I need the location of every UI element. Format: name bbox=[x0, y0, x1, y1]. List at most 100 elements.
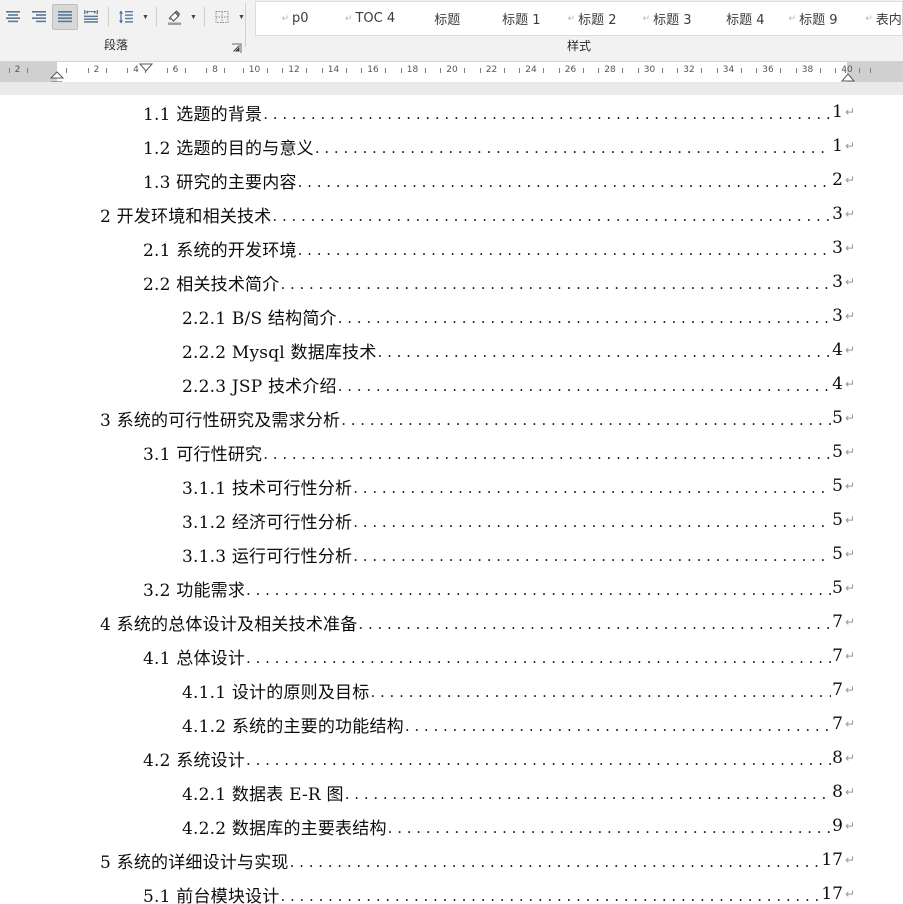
ruler-tick bbox=[716, 68, 718, 73]
shading-icon[interactable] bbox=[161, 4, 187, 30]
ruler-number: 16 bbox=[367, 65, 379, 75]
first-line-indent-marker-icon[interactable] bbox=[138, 60, 154, 78]
toc-leader-dots: . . . . . . . . . . . . . . . . . . . . … bbox=[297, 242, 832, 258]
document-canvas[interactable]: 1.1 选题的背景 . . . . . . . . . . . . . . . .… bbox=[0, 95, 903, 904]
style-label: TOC 4 bbox=[355, 11, 396, 26]
toc-entry[interactable]: 1.2 选题的目的与意义. . . . . . . . . . . . . . … bbox=[0, 129, 903, 163]
align-right-icon[interactable] bbox=[26, 4, 52, 30]
toc-entry-title: 2.2 相关技术简介 bbox=[143, 274, 280, 295]
paragraph-mark-icon: ↵ bbox=[845, 887, 856, 901]
paragraph-mark-icon: ↵ bbox=[845, 615, 856, 629]
toc-entry-page-number: 4 bbox=[832, 340, 843, 360]
toc-entry-page-number: 17 bbox=[821, 884, 843, 904]
paragraph-mark-icon: ↵ bbox=[845, 241, 856, 255]
borders-icon[interactable] bbox=[209, 4, 235, 30]
toc-entry-title: 2.2.3 JSP 技术介绍 bbox=[182, 376, 337, 397]
toc-entry[interactable]: 4 系统的总体设计及相关技术准备. . . . . . . . . . . . … bbox=[0, 605, 903, 639]
paragraph-dialog-launcher-icon[interactable] bbox=[230, 42, 243, 55]
toc-entry-title: 3.1.1 技术可行性分析 bbox=[182, 478, 353, 499]
paragraph-mark-icon: ↵ bbox=[845, 411, 856, 425]
justify-icon[interactable] bbox=[52, 4, 78, 30]
toc-entry[interactable]: 4.1.2 系统的主要的功能结构. . . . . . . . . . . . … bbox=[0, 707, 903, 741]
ruler-tick bbox=[166, 68, 168, 73]
toc-leader-dots: . . . . . . . . . . . . . . . . . . . . … bbox=[272, 208, 831, 224]
borders-dropdown-caret-icon[interactable]: ▼ bbox=[235, 4, 248, 30]
toc-entry[interactable]: 4.1.1 设计的原则及目标. . . . . . . . . . . . . … bbox=[0, 673, 903, 707]
style-item-title[interactable]: ↵ 标题 bbox=[406, 2, 478, 35]
ruler-tick bbox=[637, 68, 639, 73]
align-center-icon[interactable] bbox=[0, 4, 26, 30]
toc-entry[interactable]: 2 开发环境和相关技术. . . . . . . . . . . . . . .… bbox=[0, 197, 903, 231]
styles-gallery[interactable]: ↵ p0 ↵ TOC 4 ↵ 标题 ↵ 标题 1 bbox=[255, 1, 903, 36]
toc-entry[interactable]: 2.2 相关技术简介. . . . . . . . . . . . . . . … bbox=[0, 265, 903, 299]
ruler-tick bbox=[361, 68, 362, 73]
ruler-tick bbox=[87, 68, 89, 73]
toc-entry[interactable]: 4.2.1 数据表 E-R 图. . . . . . . . . . . . .… bbox=[0, 775, 903, 809]
ruler-number: 20 bbox=[446, 65, 458, 75]
paragraph-mark-icon: ↵ bbox=[845, 479, 856, 493]
toc-leader-dots: . . . . . . . . . . . . . . . . . . . . … bbox=[280, 276, 831, 292]
paragraph-mark-icon: ↵ bbox=[845, 207, 856, 221]
style-item-heading3[interactable]: ↵ 标题 3 bbox=[630, 2, 704, 35]
ruler-tick bbox=[622, 68, 623, 73]
style-item-heading2[interactable]: ↵ 标题 2 bbox=[554, 2, 630, 35]
toc-entry[interactable]: 2.2.2 Mysql 数据库技术. . . . . . . . . . . .… bbox=[0, 333, 903, 367]
toc-entry[interactable]: 5.1 前台模块设计. . . . . . . . . . . . . . . … bbox=[0, 877, 903, 904]
ruler-tick bbox=[206, 68, 207, 73]
toc-entry[interactable]: 4.2 系统设计. . . . . . . . . . . . . . . . … bbox=[0, 741, 903, 775]
toc-entry[interactable]: 1.3 研究的主要内容. . . . . . . . . . . . . . .… bbox=[0, 163, 903, 197]
toc-entry-page-number: 7 bbox=[832, 646, 843, 666]
table-of-contents[interactable]: 1.1 选题的背景 . . . . . . . . . . . . . . . .… bbox=[0, 95, 903, 904]
toc-entry[interactable]: 3.1 可行性研究. . . . . . . . . . . . . . . .… bbox=[0, 435, 903, 469]
ruler-tick bbox=[282, 68, 283, 73]
toc-leader-dots: . . . . . . . . . . . . . . . . . . . . … bbox=[370, 684, 831, 700]
toc-entry[interactable]: 3.1.3 运行可行性分析. . . . . . . . . . . . . .… bbox=[0, 537, 903, 571]
toc-entry[interactable]: 3 系统的可行性研究及需求分析. . . . . . . . . . . . .… bbox=[0, 401, 903, 435]
paragraph-mark-icon: ↵ bbox=[845, 513, 856, 527]
toc-entry-title: 4.2.1 数据表 E-R 图 bbox=[182, 784, 344, 805]
toc-entry[interactable]: 5 系统的详细设计与实现. . . . . . . . . . . . . . … bbox=[0, 843, 903, 877]
toc-leader-dots: . . . . . . . . . . . . . . . . . . . . … bbox=[337, 310, 831, 326]
toc-entry[interactable]: 3.2 功能需求. . . . . . . . . . . . . . . . … bbox=[0, 571, 903, 605]
shading-dropdown-caret-icon[interactable]: ▼ bbox=[187, 4, 200, 30]
style-item-table-content[interactable]: ↵ 表内容 bbox=[850, 2, 902, 35]
toc-entry[interactable]: 2.2.3 JSP 技术介绍. . . . . . . . . . . . . … bbox=[0, 367, 903, 401]
style-item-heading4[interactable]: ↵ 标题 4 bbox=[704, 2, 776, 35]
toc-entry-title: 1.1 选题的背景 bbox=[143, 104, 263, 125]
style-item-heading1[interactable]: ↵ 标题 1 bbox=[478, 2, 554, 35]
toc-entry[interactable]: 2.2.1 B/S 结构简介. . . . . . . . . . . . . … bbox=[0, 299, 903, 333]
toc-entry[interactable]: 3.1.1 技术可行性分析. . . . . . . . . . . . . .… bbox=[0, 469, 903, 503]
toc-entry-title: 3.2 功能需求 bbox=[143, 580, 246, 601]
style-item-toc4[interactable]: ↵ TOC 4 bbox=[334, 2, 406, 35]
ruler-number: 2 bbox=[14, 65, 21, 75]
line-spacing-dropdown-caret-icon[interactable]: ▼ bbox=[139, 4, 152, 30]
toc-leader-dots: . . . . . . . . . . . . . . . . . . . . … bbox=[358, 616, 831, 632]
distributed-icon[interactable] bbox=[78, 4, 104, 30]
paragraph-mark-icon: ↵ bbox=[845, 275, 856, 289]
toc-leader-dots: . . . . . . . . . . . . . . . . . . . . … bbox=[344, 786, 831, 802]
line-spacing-icon[interactable] bbox=[113, 4, 139, 30]
toc-entry[interactable]: 3.1.2 经济可行性分析. . . . . . . . . . . . . .… bbox=[0, 503, 903, 537]
toc-entry[interactable]: 2.1 系统的开发环境. . . . . . . . . . . . . . .… bbox=[0, 231, 903, 265]
ruler-tick bbox=[26, 68, 28, 73]
horizontal-ruler[interactable]: 2 2 4 6 8 10 12 14 16 18 20 22 24 26 28 30 32 34 36 38 40 bbox=[0, 62, 903, 95]
style-item-heading9[interactable]: ↵ 标题 9 bbox=[776, 2, 850, 35]
toc-entry[interactable]: 4.2.2 数据库的主要表结构. . . . . . . . . . . . .… bbox=[0, 809, 903, 843]
ruler-right-margin-zone[interactable] bbox=[847, 62, 903, 82]
ruler-number: 2 bbox=[93, 65, 100, 75]
toc-entry[interactable]: 4.1 总体设计. . . . . . . . . . . . . . . . … bbox=[0, 639, 903, 673]
toc-entry-title: 2 开发环境和相关技术 bbox=[100, 206, 272, 227]
toc-entry-title: 4.1.1 设计的原则及目标 bbox=[182, 682, 370, 703]
style-item-p0[interactable]: ↵ p0 bbox=[256, 2, 334, 35]
toc-entry[interactable]: 1.1 选题的背景. . . . . . . . . . . . . . . .… bbox=[0, 95, 903, 129]
toc-entry-title: 3.1.2 经济可行性分析 bbox=[182, 512, 353, 533]
toc-entry-title: 3.1 可行性研究 bbox=[143, 444, 263, 465]
toc-leader-dots: . . . . . . . . . . . . . . . . . . . . … bbox=[353, 548, 831, 564]
ruler-tick bbox=[701, 68, 702, 73]
paragraph-mark-icon: ↵ bbox=[845, 445, 856, 459]
paragraph-group-label: 段落 bbox=[103, 38, 128, 52]
ruler-tick bbox=[870, 68, 871, 73]
ruler-strip[interactable]: 2 2 4 6 8 10 12 14 16 18 20 22 24 26 28 30 32 34 36 38 40 bbox=[0, 60, 903, 90]
paragraph-mark-icon: ↵ bbox=[845, 377, 856, 391]
toc-entry-page-number: 3 bbox=[832, 306, 843, 326]
